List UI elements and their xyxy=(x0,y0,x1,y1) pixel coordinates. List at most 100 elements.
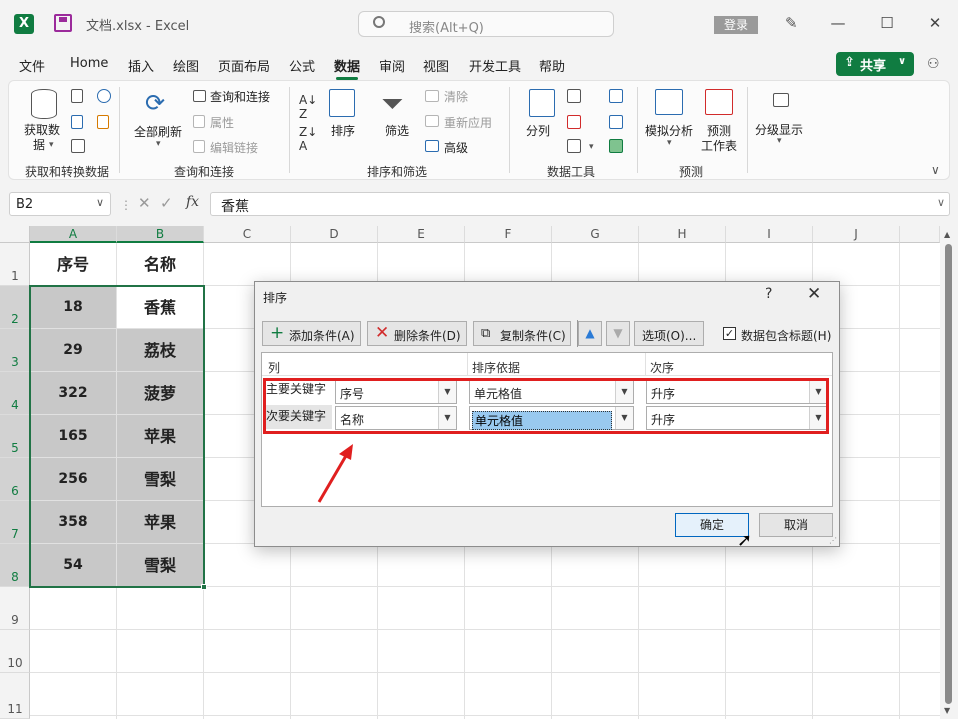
title-bar: X 文档.xlsx - Excel 搜索(Alt+Q) 登录 ✎ — ☐ ✕ xyxy=(0,0,958,48)
column-header-b[interactable]: B xyxy=(117,226,204,243)
column-header-h[interactable]: H xyxy=(639,226,726,243)
group-separator xyxy=(509,87,510,173)
row-header-9[interactable]: 9 xyxy=(0,587,30,630)
move-down-icon[interactable]: ▼ xyxy=(606,321,630,346)
data-validation-icon[interactable] xyxy=(567,139,581,153)
fill-handle[interactable] xyxy=(201,584,207,590)
scrollbar-thumb[interactable] xyxy=(945,244,952,704)
column-header-d[interactable]: D xyxy=(291,226,378,243)
column-header-j[interactable]: J xyxy=(813,226,900,243)
column-header-c[interactable]: C xyxy=(204,226,291,243)
row-header-3[interactable]: 3 xyxy=(0,329,30,372)
dialog-close-icon[interactable]: ✕ xyxy=(807,284,821,304)
vertical-scrollbar[interactable]: ▲ ▼ xyxy=(940,226,958,719)
login-button[interactable]: 登录 xyxy=(714,16,758,34)
menu-draw[interactable]: 绘图 xyxy=(173,56,199,75)
column-header-a[interactable]: A xyxy=(30,226,117,243)
row-header-11[interactable]: 11 xyxy=(0,673,30,719)
help-icon[interactable]: ? xyxy=(765,286,772,302)
remove-duplicates-icon[interactable] xyxy=(567,115,581,129)
menu-home[interactable]: Home xyxy=(70,56,108,71)
row-header-7[interactable]: 7 xyxy=(0,501,30,544)
resize-grip-icon[interactable]: ⋰ xyxy=(829,536,837,545)
pen-icon[interactable]: ✎ xyxy=(785,14,801,32)
row-header-10[interactable]: 10 xyxy=(0,630,30,673)
forecast-sheet-icon xyxy=(705,89,733,115)
queries-connections-button[interactable]: 查询和连接 xyxy=(210,88,270,105)
row-header-6[interactable]: 6 xyxy=(0,458,30,501)
delete-level-button[interactable]: ✕ 删除条件(D) xyxy=(367,321,467,346)
from-web-icon[interactable] xyxy=(71,115,83,129)
menu-insert[interactable]: 插入 xyxy=(128,56,154,75)
row-header-4[interactable]: 4 xyxy=(0,372,30,415)
column-header-i[interactable]: I xyxy=(726,226,813,243)
options-button[interactable]: 选项(O)... xyxy=(634,321,704,346)
sort-az-icon[interactable]: A↓ Z xyxy=(299,93,317,121)
sort-za-icon[interactable]: Z↓ A xyxy=(299,125,317,153)
menu-page-layout[interactable]: 页面布局 xyxy=(218,56,270,75)
scroll-down-icon[interactable]: ▼ xyxy=(944,706,950,715)
cell-b1[interactable]: 名称 xyxy=(117,243,204,286)
recent-sources-icon[interactable] xyxy=(97,89,111,103)
formula-input[interactable]: 香蕉 ∨ xyxy=(210,192,950,216)
cancel-button[interactable]: 取消 xyxy=(759,513,833,537)
from-text-icon[interactable] xyxy=(71,89,83,103)
row-header-8[interactable]: 8 xyxy=(0,544,30,587)
select-all-corner[interactable] xyxy=(0,226,30,243)
person-icon[interactable]: ⚇ xyxy=(927,56,945,74)
menu-view[interactable]: 视图 xyxy=(423,56,449,75)
get-data-button-line2[interactable]: 据 xyxy=(33,136,45,153)
properties-button[interactable]: 属性 xyxy=(210,114,234,131)
row-header-5[interactable]: 5 xyxy=(0,415,30,458)
text-to-columns-button[interactable]: 分列 xyxy=(526,122,550,139)
sort-button[interactable]: 排序 xyxy=(331,122,355,139)
move-up-icon[interactable]: ▲ xyxy=(578,321,602,346)
minimize-icon[interactable]: — xyxy=(827,12,849,34)
menu-formulas[interactable]: 公式 xyxy=(289,56,315,75)
refresh-all-button[interactable]: 全部刷新 xyxy=(134,123,182,140)
expand-formula-icon[interactable]: ∨ xyxy=(937,196,945,209)
cell-a1[interactable]: 序号 xyxy=(30,243,117,286)
save-icon[interactable] xyxy=(54,14,72,32)
from-table-icon[interactable] xyxy=(71,139,85,153)
menu-data[interactable]: 数据 xyxy=(334,56,360,80)
scroll-up-icon[interactable]: ▲ xyxy=(944,230,950,239)
menu-bar: 文件 Home 插入 绘图 页面布局 公式 数据 审阅 视图 开发工具 帮助 xyxy=(0,48,958,80)
menu-help[interactable]: 帮助 xyxy=(539,56,565,75)
menu-developer[interactable]: 开发工具 xyxy=(469,56,521,75)
copy-level-button[interactable]: ⧉ 复制条件(C) xyxy=(473,321,571,346)
flash-fill-icon[interactable] xyxy=(567,89,581,103)
edit-links-button[interactable]: 编辑链接 xyxy=(210,139,258,156)
data-model-icon[interactable] xyxy=(609,139,623,153)
cancel-icon[interactable]: ✕ xyxy=(138,194,151,212)
maximize-icon[interactable]: ☐ xyxy=(876,12,898,34)
insert-function-icon[interactable]: fx xyxy=(186,194,199,210)
collapse-ribbon-icon[interactable]: ∨ xyxy=(931,163,940,177)
add-level-button[interactable]: + 添加条件(A) xyxy=(262,321,361,346)
column-header-k[interactable] xyxy=(900,226,940,243)
what-if-analysis-button[interactable]: 模拟分析 xyxy=(645,122,693,139)
row-header-1[interactable]: 1 xyxy=(0,243,30,286)
filter-button[interactable]: 筛选 xyxy=(385,122,409,139)
existing-connections-icon[interactable] xyxy=(97,115,109,129)
column-header-e[interactable]: E xyxy=(378,226,465,243)
column-header-f[interactable]: F xyxy=(465,226,552,243)
confirm-icon[interactable]: ✓ xyxy=(160,194,173,212)
name-box[interactable]: B2 ∨ xyxy=(9,192,111,216)
forecast-sheet-button-line2[interactable]: 工作表 xyxy=(701,137,737,154)
close-icon[interactable]: ✕ xyxy=(924,12,946,34)
has-headers-checkbox[interactable]: ✓ xyxy=(723,327,736,340)
search-box[interactable]: 搜索(Alt+Q) xyxy=(358,11,614,37)
advanced-button[interactable]: 高级 xyxy=(444,139,468,156)
clear-button[interactable]: 清除 xyxy=(444,88,468,105)
properties-icon xyxy=(193,115,205,128)
row-header-2[interactable]: 2 xyxy=(0,286,30,329)
share-button[interactable]: ⇪ 共享 ∨ xyxy=(836,52,914,76)
consolidate-icon[interactable] xyxy=(609,89,623,103)
menu-file[interactable]: 文件 xyxy=(19,56,45,75)
reapply-button[interactable]: 重新应用 xyxy=(444,114,492,131)
has-headers-label[interactable]: 数据包含标题(H) xyxy=(741,327,831,344)
menu-review[interactable]: 审阅 xyxy=(379,56,405,75)
column-header-g[interactable]: G xyxy=(552,226,639,243)
relationships-icon[interactable] xyxy=(609,115,623,129)
